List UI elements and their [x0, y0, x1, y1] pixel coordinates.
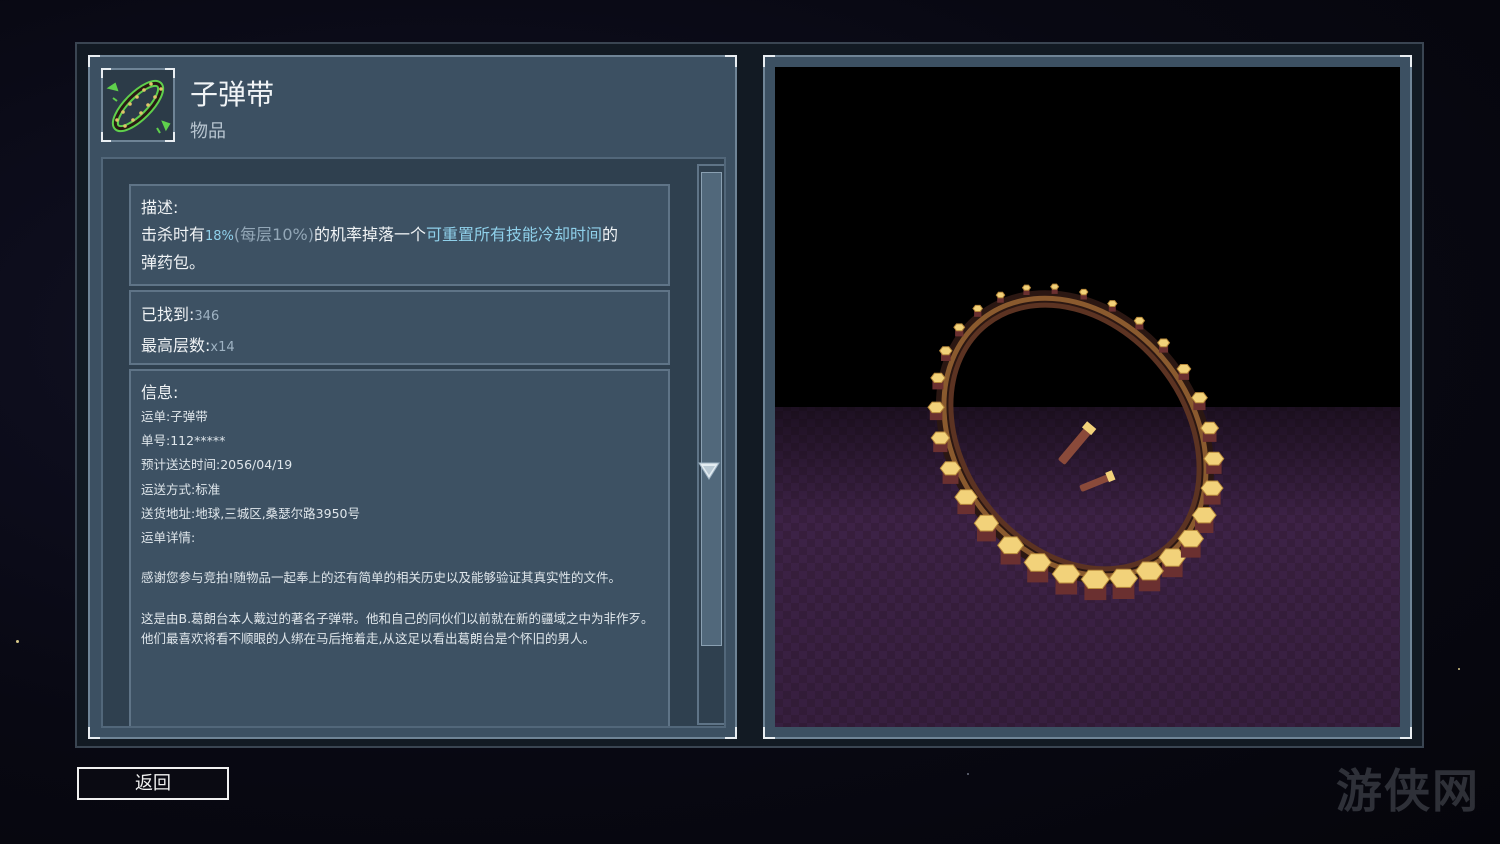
bullet-tip [938, 346, 953, 356]
bullet-tip [930, 372, 946, 383]
bullet-tip [954, 489, 978, 505]
found-count-row: 已找到:346 [141, 305, 220, 324]
info-heading: 信息: [141, 383, 179, 402]
star-decoration [1458, 668, 1460, 670]
effect-keyword: 可重置所有技能冷却时间 [426, 225, 603, 244]
bullet-tip [1021, 284, 1032, 291]
shipping-info-line: 运送方式:标准 [141, 481, 221, 497]
scrollbar[interactable] [697, 164, 724, 725]
description-card: 描述: 击杀时有18%(每层10%)的机率掉落一个可重置所有技能冷却时间的 弹药… [129, 184, 670, 286]
bullet-tip [1157, 338, 1171, 348]
scrollbar-thumb[interactable] [701, 172, 722, 646]
model-preview-panel [763, 55, 1412, 739]
item-info-panel: 子弹带 物品 描述: 击杀时有18%(每层10%)的机率掉落一个可重置所有技能冷… [88, 55, 737, 739]
description-text: 击杀时有18%(每层10%)的机率掉落一个可重置所有技能冷却时间的 弹药包。 [141, 225, 619, 272]
bullet-tip [1200, 480, 1224, 496]
bullet-tip [930, 431, 951, 445]
bullet-tip [927, 401, 945, 414]
ammo-belt-model[interactable] [775, 67, 1400, 727]
shipping-info-list: 运单:子弹带单号:112***** 预计送达时间:2056/04/19 运送方式:标… [141, 405, 658, 550]
triangle-down-icon[interactable] [698, 460, 720, 482]
lore-paragraph-2: 这是由B.葛朗台本人戴过的著名子弹带。他和自己的同伙们以前就在新的疆域之中为非作… [141, 610, 654, 647]
bullet-tip [1133, 316, 1146, 325]
shipping-info-line: 送货地址:地球,三城区,桑瑟尔路3950号 [141, 505, 360, 521]
shipping-info-line: 单号:112***** [141, 433, 226, 449]
chance-value: 18% [205, 229, 234, 244]
back-button[interactable]: 返回 [77, 767, 229, 800]
per-stack-value: (每层10%) [233, 225, 314, 244]
description-heading: 描述: [141, 198, 179, 217]
bullet-tip [1200, 421, 1220, 435]
bullet-tip [1050, 283, 1060, 290]
model-viewport[interactable] [775, 67, 1400, 727]
ammo-belt-icon [101, 68, 175, 142]
item-title: 子弹带 [190, 78, 275, 111]
bullet-tip [1191, 392, 1208, 404]
shipping-info-line: 运单详情: [141, 530, 196, 546]
shipping-info-line: 运单:子弹带 [141, 409, 208, 424]
max-stack-value: x14 [210, 340, 235, 355]
bullet-tip [1107, 300, 1118, 307]
found-count-value: 346 [194, 309, 220, 324]
ammo-belt-icon-graphic [106, 79, 171, 134]
bullet-tip [939, 461, 962, 476]
bullet-tip [953, 323, 966, 332]
stats-card: 已找到:346 最高层数:x14 [129, 290, 670, 365]
details-scroll-region[interactable]: 描述: 击杀时有18%(每层10%)的机率掉落一个可重置所有技能冷却时间的 弹药… [101, 157, 726, 728]
star-decoration [16, 640, 19, 643]
bullet-tip [995, 291, 1006, 299]
lore-card: 信息: 运单:子弹带单号:112***** 预计送达时间:2056/04/19 运送… [129, 369, 670, 726]
bullet-tip [1078, 288, 1089, 296]
bullet-tip [1176, 364, 1192, 374]
star-decoration [967, 773, 969, 775]
max-stack-row: 最高层数:x14 [141, 336, 235, 355]
bullet-tip [1203, 451, 1225, 466]
lore-paragraph-1: 感谢您参与竞拍!随物品一起奉上的还有简单的相关历史以及能够验证其真实性的文件。 [141, 570, 622, 586]
watermark-logo: 游侠网 [1336, 764, 1480, 818]
item-category: 物品 [190, 121, 226, 142]
bullet-tip [972, 304, 984, 312]
shipping-info-line: 预计送达时间:2056/04/19 [141, 457, 293, 473]
bullet-tip [1191, 507, 1217, 524]
